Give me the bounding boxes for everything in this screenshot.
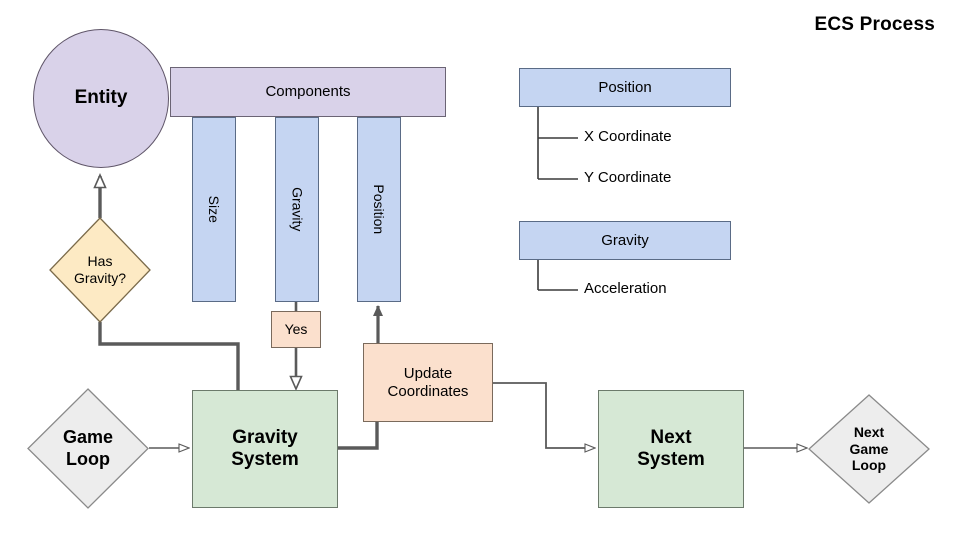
next-system-line-1: Next <box>650 426 692 448</box>
reference-position-header: Position <box>519 68 731 107</box>
terminal-next-game-loop-label: Next Game Loop <box>808 394 930 504</box>
game-loop-line-1: Game <box>62 426 114 447</box>
connector-gravity-system-to-update <box>337 422 379 450</box>
components-header-bar: Components <box>170 67 446 117</box>
terminal-game-loop-label: Game Loop <box>27 388 149 509</box>
next-system-line-2: System <box>637 449 705 470</box>
next-game-loop-line-3: Loop <box>851 457 887 474</box>
reference-tree-gravity <box>537 259 578 291</box>
process-update-coordinates: Update Coordinates <box>363 343 493 422</box>
decision-line-2: Gravity? <box>73 270 127 286</box>
system-gravity-label: Gravity System <box>231 427 299 472</box>
component-lane-gravity: Gravity <box>275 117 319 302</box>
decision-has-gravity: Has Gravity? <box>49 217 151 323</box>
ecs-process-diagram: ECS Process Components Entity Size Gravi… <box>0 0 960 540</box>
gravity-system-line-1: Gravity <box>232 426 298 448</box>
game-loop-line-2: Loop <box>66 448 110 469</box>
yes-label-box: Yes <box>271 311 321 348</box>
next-game-loop-line-2: Game <box>849 440 889 457</box>
system-next-label: Next System <box>637 427 705 472</box>
reference-gravity-field-acceleration: Acceleration <box>584 280 667 297</box>
reference-gravity-header-label: Gravity <box>601 231 649 249</box>
component-lane-position-label: Position <box>371 184 388 235</box>
update-coordinates-line-2: Coordinates <box>387 382 469 400</box>
reference-position-header-label: Position <box>598 78 652 96</box>
terminal-next-game-loop: Next Game Loop <box>808 394 930 504</box>
entity-node: Entity <box>33 29 169 168</box>
update-coordinates-line-1: Update <box>403 364 453 382</box>
yes-label: Yes <box>284 321 308 338</box>
next-game-loop-line-1: Next <box>853 423 885 440</box>
component-lane-size-label: Size <box>206 195 223 224</box>
connector-update-to-next-system <box>493 382 594 448</box>
reference-position-field-y: Y Coordinate <box>584 169 672 186</box>
gravity-system-line-2: System <box>231 449 299 470</box>
decision-line-1: Has <box>87 253 113 270</box>
components-header-label: Components <box>265 83 351 101</box>
diagram-title: ECS Process <box>814 14 935 35</box>
system-next: Next System <box>598 390 744 508</box>
entity-label: Entity <box>74 87 128 109</box>
terminal-game-loop: Game Loop <box>27 388 149 509</box>
reference-gravity-header: Gravity <box>519 221 731 260</box>
connector-decision-to-gravity-system <box>98 322 240 390</box>
component-lane-position: Position <box>357 117 401 302</box>
system-gravity: Gravity System <box>192 390 338 508</box>
component-lane-size: Size <box>192 117 236 302</box>
component-lane-gravity-label: Gravity <box>289 187 306 232</box>
process-update-coordinates-label: Update Coordinates <box>388 365 469 400</box>
decision-has-gravity-label: Has Gravity? <box>49 217 151 323</box>
reference-position-field-x: X Coordinate <box>584 128 672 145</box>
reference-tree-position <box>537 106 578 180</box>
